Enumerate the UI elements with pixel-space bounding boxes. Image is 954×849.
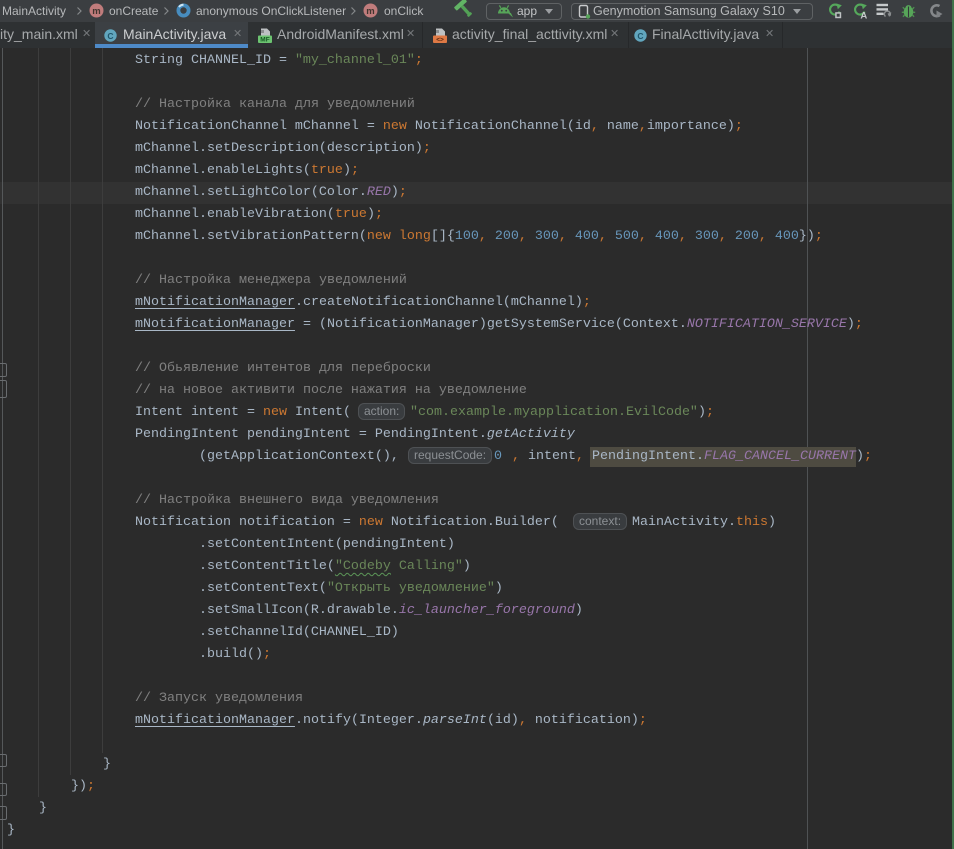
svg-text:C: C xyxy=(107,31,113,41)
svg-text:m: m xyxy=(92,6,100,17)
svg-text:MF: MF xyxy=(260,37,269,43)
svg-text:m: m xyxy=(366,6,374,17)
svg-text:<>: <> xyxy=(436,37,444,43)
svg-text:C: C xyxy=(637,31,643,41)
svg-text:A: A xyxy=(860,11,867,20)
